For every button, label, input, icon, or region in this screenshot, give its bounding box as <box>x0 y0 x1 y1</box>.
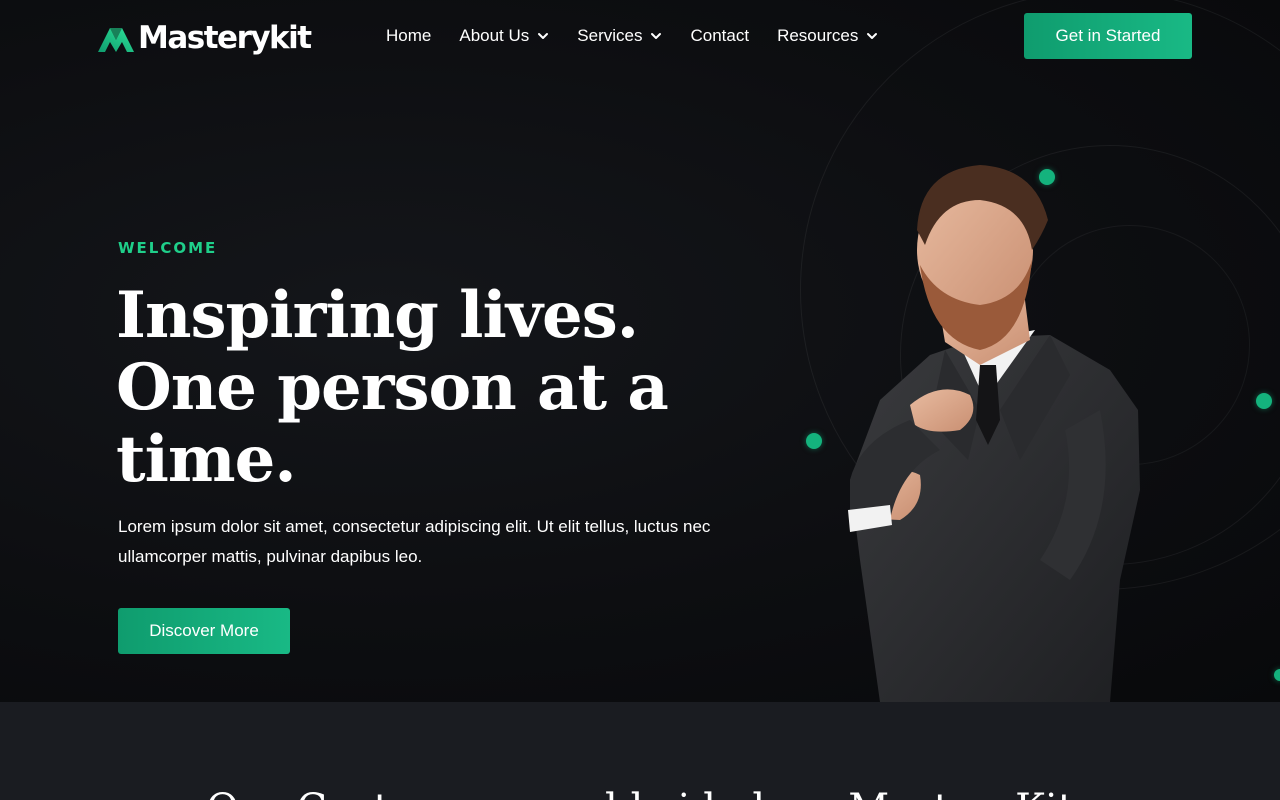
chevron-down-icon <box>867 33 878 39</box>
nav-item-services[interactable]: Services <box>577 26 662 46</box>
discover-more-button[interactable]: Discover More <box>118 608 290 654</box>
main-nav: Home About Us Services Contact Resources <box>386 22 906 50</box>
nav-item-about-us[interactable]: About Us <box>459 26 549 46</box>
hero-section: Masterykit Home About Us Services Contac… <box>0 0 1280 702</box>
hero-headline: Inspiring lives. One person at a time. <box>116 278 669 497</box>
hero-lead: Lorem ipsum dolor sit amet, consectetur … <box>118 517 711 566</box>
nav-item-home[interactable]: Home <box>386 26 431 46</box>
hero-person-image <box>848 165 1140 702</box>
decorative-dot <box>1256 393 1272 409</box>
nav-item-contact[interactable]: Contact <box>690 26 749 46</box>
brand-logo[interactable]: Masterykit <box>96 18 312 58</box>
m-chevron-logo-icon <box>98 28 134 52</box>
chevron-down-icon <box>538 33 549 39</box>
customers-section: Our Customers worldwide love MasteryKit <box>0 702 1280 800</box>
get-started-button[interactable]: Get in Started <box>1024 13 1192 59</box>
nav-item-label: Resources <box>777 26 859 45</box>
nav-item-label: About Us <box>459 26 530 45</box>
nav-item-label: Home <box>386 26 432 45</box>
decorative-dot <box>1274 669 1280 681</box>
nav-item-label: Services <box>577 26 643 45</box>
nav-item-resources[interactable]: Resources <box>777 26 878 46</box>
hero-eyebrow: WELCOME <box>118 239 218 257</box>
brand-name: Masterykit <box>138 20 312 56</box>
nav-item-label: Contact <box>690 26 750 45</box>
chevron-down-icon <box>651 33 662 39</box>
section-title: Our Customers worldwide love MasteryKit <box>0 786 1280 800</box>
